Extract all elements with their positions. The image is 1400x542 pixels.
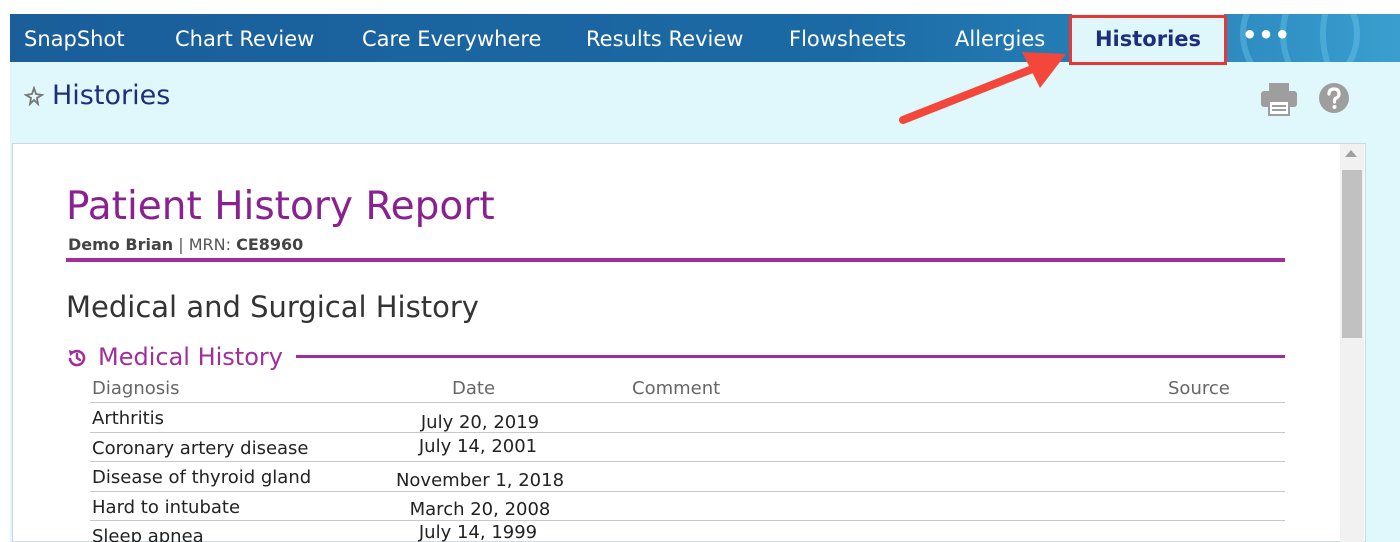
tab-chart-review[interactable]: Chart Review [175, 14, 314, 62]
subsection-title: Medical History [98, 343, 291, 371]
table-row-divider [90, 402, 1285, 403]
mrn-label: | MRN: [178, 235, 231, 254]
more-tabs-button[interactable]: ••• [1242, 14, 1291, 62]
tab-flowsheets[interactable]: Flowsheets [789, 14, 906, 62]
section-title: Medical and Surgical History [66, 290, 479, 324]
table-row-date: July 14, 2001 [418, 436, 538, 457]
table-row-diagnosis: Sleep apnea [92, 526, 204, 542]
table-row-date: July 14, 1999 [418, 522, 538, 542]
table-row-diagnosis: Disease of thyroid gland [92, 467, 312, 488]
annotation-highlight-box [1069, 15, 1227, 65]
activity-header [10, 62, 1400, 128]
tab-allergies[interactable]: Allergies [955, 14, 1045, 62]
subsection-divider [296, 355, 1285, 358]
table-row-divider [90, 491, 1285, 492]
patient-name: Demo Brian [68, 235, 174, 254]
title-divider [66, 258, 1285, 262]
table-row-divider [90, 432, 1285, 433]
scrollbar-thumb[interactable] [1342, 170, 1362, 338]
tab-results-review[interactable]: Results Review [586, 14, 743, 62]
table-row-date: November 1, 2018 [395, 470, 565, 491]
table-row-diagnosis: Hard to intubate [92, 497, 241, 518]
medical-history-header: Medical History [66, 343, 1285, 373]
table-row-date: March 20, 2008 [409, 499, 551, 520]
column-header-comment: Comment [632, 378, 721, 399]
patient-info: Demo Brian | MRN: CE8960 [68, 235, 303, 254]
column-header-source: Source [1168, 378, 1230, 399]
history-icon [66, 347, 88, 373]
mrn-value: CE8960 [236, 235, 304, 254]
column-header-date: Date [452, 378, 496, 399]
table-row-divider [90, 520, 1285, 521]
print-icon[interactable] [1260, 82, 1298, 120]
table-row-date: July 20, 2019 [420, 412, 540, 433]
pin-icon[interactable] [23, 85, 45, 111]
scroll-up-arrow-icon[interactable] [1345, 150, 1357, 157]
table-row-diagnosis: Arthritis [92, 408, 165, 429]
report-title: Patient History Report [66, 184, 495, 229]
column-header-diagnosis: Diagnosis [92, 378, 180, 399]
tab-snapshot[interactable]: SnapShot [24, 14, 125, 62]
help-icon[interactable] [1318, 82, 1350, 118]
page-title: Histories [52, 80, 171, 111]
table-row-diagnosis: Coronary artery disease [92, 438, 309, 459]
tab-care-everywhere[interactable]: Care Everywhere [362, 14, 541, 62]
decorative-ring [1320, 14, 1400, 62]
table-row-divider [90, 461, 1285, 462]
